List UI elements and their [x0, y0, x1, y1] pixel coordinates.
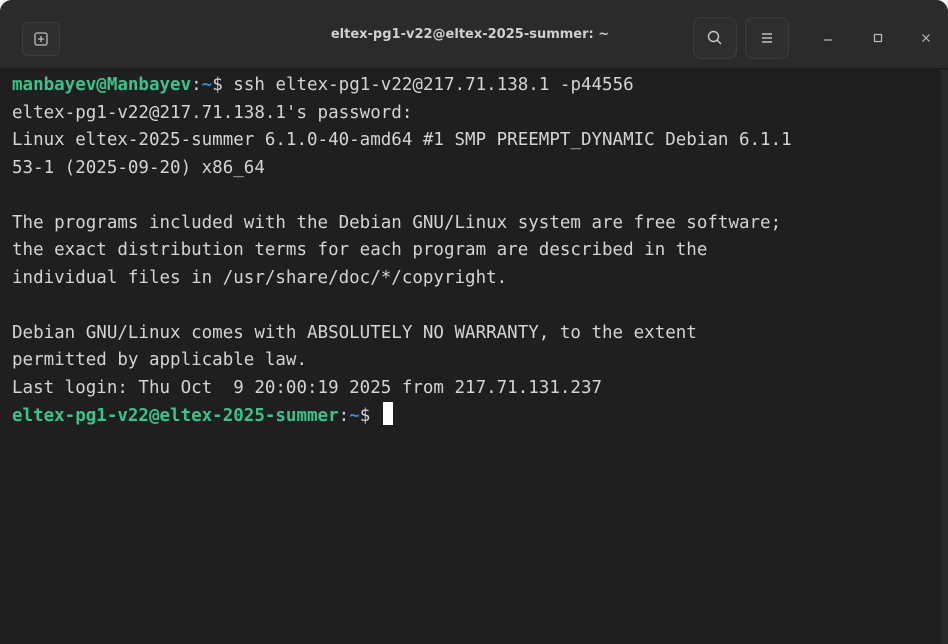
- terminal-line: Debian GNU/Linux comes with ABSOLUTELY N…: [12, 322, 697, 343]
- terminal-line-prompt: eltex-pg1-v22@eltex-2025-summer:~$: [12, 402, 940, 430]
- prompt-user-host: manbayev@Manbayev: [12, 75, 192, 95]
- search-button[interactable]: [693, 17, 737, 59]
- window-title: eltex-pg1-v22@eltex-2025-summer: ~: [330, 27, 610, 42]
- terminal-line: 53-1 (2025-09-20) x86_64: [12, 157, 265, 178]
- prompt-symbol: $: [359, 406, 381, 426]
- title-bar[interactable]: eltex-pg1-v22@eltex-2025-summer: ~: [0, 0, 948, 68]
- terminal-line-prompt: manbayev@Manbayev:~$ ssh eltex-pg1-v22@2…: [12, 72, 940, 100]
- close-button[interactable]: [914, 26, 938, 50]
- minimize-icon: [824, 39, 832, 41]
- prompt-path: ~: [201, 75, 213, 95]
- new-tab-button[interactable]: [22, 22, 60, 56]
- prompt-path: ~: [349, 406, 360, 426]
- minimize-button[interactable]: [816, 26, 840, 50]
- terminal-line: permitted by applicable law.: [12, 350, 308, 370]
- terminal-line: individual files in /usr/share/doc/*/cop…: [12, 267, 508, 288]
- new-tab-icon: [34, 32, 48, 46]
- terminal-line: Last login: Thu Oct 9 20:00:19 2025 from…: [12, 377, 603, 398]
- prompt-user-host: eltex-pg1-v22@eltex-2025-summer: [12, 406, 339, 426]
- terminal-line: Linux eltex-2025-summer 6.1.0-40-amd64 #…: [12, 130, 792, 150]
- maximize-icon: [873, 33, 883, 43]
- typed-command: ssh eltex-pg1-v22@217.71.138.1 -p44556: [233, 75, 634, 95]
- terminal-cursor: [382, 402, 393, 425]
- scrollbar[interactable]: [941, 70, 948, 644]
- menu-button[interactable]: [745, 17, 789, 59]
- prompt-colon: :: [338, 406, 350, 426]
- search-icon: [707, 30, 722, 45]
- terminal-line: eltex-pg1-v22@217.71.138.1's password:: [12, 102, 413, 123]
- terminal-window: eltex-pg1-v22@eltex-2025-summer: ~ manba…: [0, 0, 948, 644]
- terminal-line: The programs included with the Debian GN…: [12, 212, 782, 233]
- terminal-output[interactable]: manbayev@Manbayev:~$ ssh eltex-pg1-v22@2…: [12, 72, 940, 644]
- hamburger-menu-icon: [762, 33, 772, 43]
- prompt-colon: :: [191, 75, 202, 95]
- maximize-button[interactable]: [866, 26, 890, 50]
- prompt-symbol: $: [212, 75, 234, 95]
- terminal-line: the exact distribution terms for each pr…: [12, 240, 708, 260]
- close-icon: [922, 34, 930, 42]
